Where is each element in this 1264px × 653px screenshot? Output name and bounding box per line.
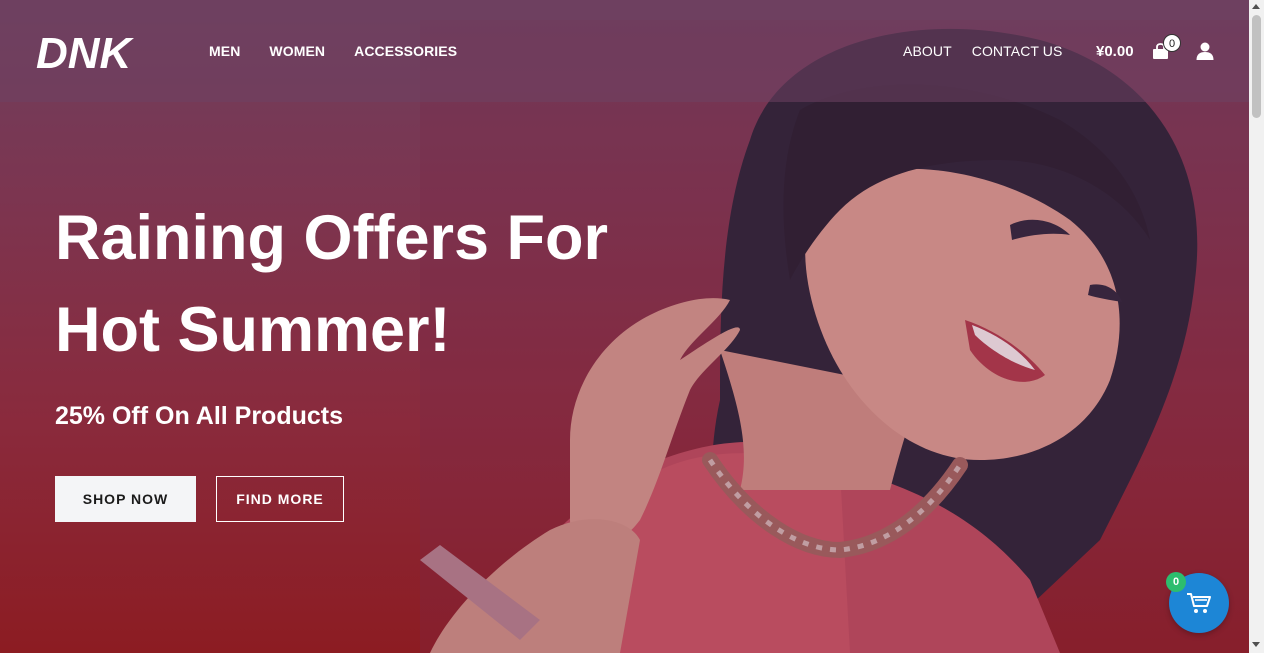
secondary-nav: ABOUT CONTACT US: [903, 43, 1062, 59]
hero-headline-line2: Hot Summer!: [55, 295, 451, 365]
scrollbar-thumb[interactable]: [1252, 15, 1261, 118]
scroll-down-arrow-icon[interactable]: [1252, 642, 1260, 647]
shop-now-button[interactable]: SHOP NOW: [55, 476, 196, 522]
hero-banner: DNK MEN WOMEN ACCESSORIES ABOUT CONTACT …: [0, 0, 1249, 653]
hero-headline: Raining Offers For Hot Summer!: [55, 192, 655, 376]
brand-logo-text: DNK: [36, 29, 135, 76]
hero-headline-line1: Raining Offers For: [55, 203, 609, 273]
nav-item-about[interactable]: ABOUT: [903, 43, 952, 59]
brand-logo[interactable]: DNK: [34, 24, 152, 76]
user-icon[interactable]: [1195, 41, 1215, 61]
cart-icon: [1187, 593, 1211, 613]
floating-cart-count-badge: 0: [1166, 572, 1186, 592]
cart-total[interactable]: ¥0.00: [1096, 43, 1134, 60]
find-more-button[interactable]: FIND MORE: [216, 476, 344, 522]
primary-nav: MEN WOMEN ACCESSORIES: [209, 43, 457, 59]
nav-item-men[interactable]: MEN: [209, 43, 240, 59]
nav-item-women[interactable]: WOMEN: [269, 43, 325, 59]
scroll-up-arrow-icon[interactable]: [1252, 4, 1260, 9]
nav-item-accessories[interactable]: ACCESSORIES: [354, 43, 457, 59]
nav-item-contact-us[interactable]: CONTACT US: [972, 43, 1063, 59]
cart-count-badge: 0: [1163, 34, 1181, 52]
hero-subheading: 25% Off On All Products: [55, 402, 344, 430]
